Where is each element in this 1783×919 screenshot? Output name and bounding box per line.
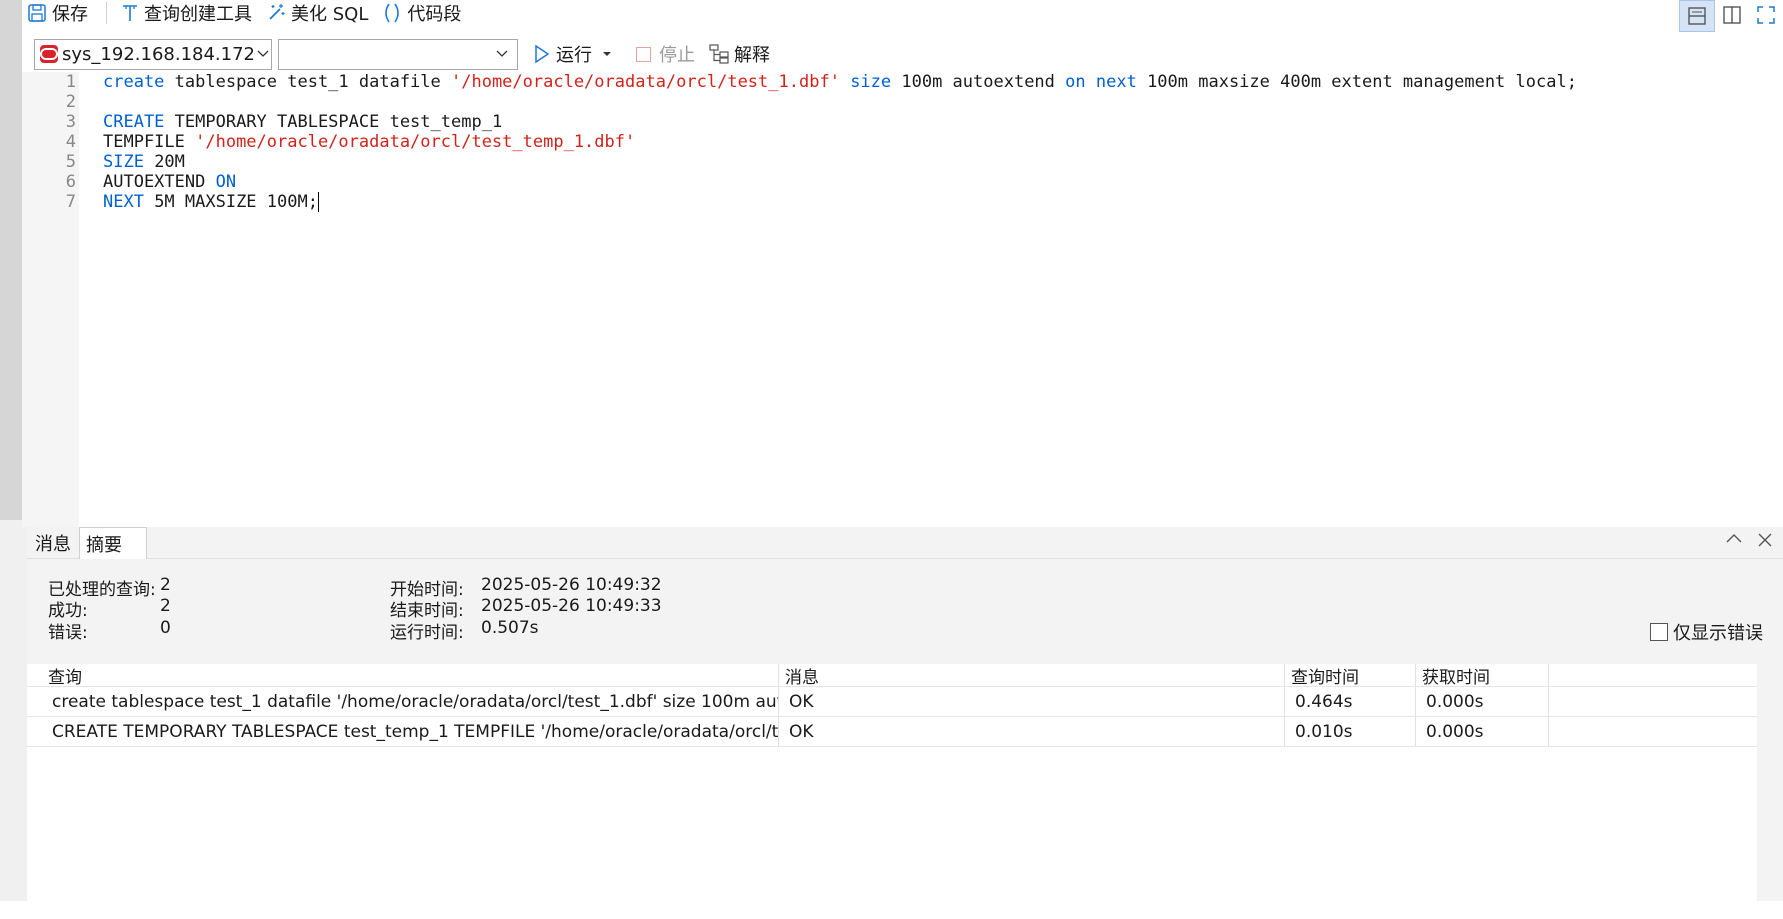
column-header-message[interactable]: 消息	[779, 664, 1285, 688]
text-caret	[317, 192, 319, 212]
magic-wand-icon	[269, 4, 285, 20]
connection-select[interactable]: sys_192.168.184.172	[34, 38, 272, 70]
code-line-6: AUTOEXTEND ON	[103, 172, 237, 192]
tab-messages[interactable]: 消息	[27, 527, 79, 558]
split-horizontal-icon	[1688, 7, 1706, 25]
left-scroll-strip	[0, 0, 22, 520]
explain-icon	[709, 44, 729, 64]
save-label: 保存	[52, 4, 88, 25]
toolbar-divider	[106, 2, 107, 24]
table-empty-area	[27, 747, 1757, 919]
caret-down-icon[interactable]	[598, 49, 616, 59]
beautify-sql-button[interactable]: 美化 SQL	[266, 0, 368, 26]
only-errors-label: 仅显示错误	[1673, 623, 1763, 644]
line-number: 6	[65, 172, 76, 192]
query-builder-label: 查询创建工具	[144, 4, 252, 25]
query-time-cell: 0.010s	[1285, 717, 1416, 746]
code-line-7: NEXT 5M MAXSIZE 100M;	[103, 192, 319, 212]
play-icon	[535, 45, 550, 63]
split-vertical-button[interactable]	[1715, 0, 1749, 30]
query-time-cell: 0.464s	[1285, 687, 1416, 716]
left-strip-lower	[0, 520, 27, 901]
only-errors-checkbox[interactable]	[1650, 623, 1668, 641]
result-panel: 消息 摘要 已处理的查询: 2 成功: 2 错误: 0 开始时间: 2025-0…	[27, 527, 1783, 919]
message-cell: OK	[779, 717, 1285, 746]
run-button[interactable]: 运行	[534, 41, 616, 67]
stop-label: 停止	[659, 45, 695, 66]
oracle-icon	[40, 45, 58, 63]
elapsed-label: 运行时间:	[390, 623, 464, 643]
query-builder-icon	[123, 5, 137, 21]
elapsed-value: 0.507s	[481, 618, 539, 638]
end-time-value: 2025-05-26 10:49:33	[481, 596, 662, 616]
line-number-gutter: 1 2 3 4 5 6 7	[22, 72, 79, 527]
save-button[interactable]: 保存	[27, 0, 88, 26]
snippet-button[interactable]: 代码段	[382, 0, 461, 26]
explain-button[interactable]: 解释	[709, 41, 770, 67]
line-number: 7	[65, 192, 76, 212]
error-label: 错误:	[48, 623, 88, 643]
collapse-icon[interactable]	[1725, 532, 1743, 544]
error-value: 0	[160, 618, 171, 638]
table-row[interactable]: create tablespace test_1 datafile '/home…	[27, 687, 1757, 717]
layout-controls	[1679, 0, 1783, 32]
line-number: 2	[65, 92, 76, 112]
connection-value: sys_192.168.184.172	[62, 43, 255, 65]
stop-icon	[636, 46, 651, 62]
parentheses-icon	[385, 3, 400, 23]
fullscreen-icon	[1757, 6, 1775, 24]
line-number: 3	[65, 112, 76, 132]
column-header-query[interactable]: 查询	[27, 664, 779, 686]
results-table: 查询 消息 查询时间 获取时间 create tablespace test_1…	[27, 664, 1757, 919]
table-row[interactable]: CREATE TEMPORARY TABLESPACE test_temp_1 …	[27, 717, 1757, 747]
code-line-5: SIZE 20M	[103, 152, 185, 172]
panel-controls	[1725, 532, 1773, 548]
column-header-fetch-time[interactable]: 获取时间	[1416, 664, 1549, 688]
line-number: 1	[65, 72, 76, 92]
fetch-time-cell: 0.000s	[1416, 687, 1549, 716]
code-line-1: create tablespace test_1 datafile '/home…	[103, 72, 1577, 92]
connection-toolbar: sys_192.168.184.172 运行 停止 解释	[27, 36, 1783, 72]
query-cell: create tablespace test_1 datafile '/home…	[27, 687, 779, 716]
beautify-label: 美化 SQL	[291, 4, 369, 25]
query-cell: CREATE TEMPORARY TABLESPACE test_temp_1 …	[27, 717, 779, 746]
result-tabs: 消息 摘要	[27, 527, 1783, 559]
success-value: 2	[160, 596, 171, 616]
chevron-down-icon	[487, 50, 517, 58]
split-horizontal-button[interactable]	[1679, 0, 1715, 32]
column-header-query-time[interactable]: 查询时间	[1285, 664, 1416, 688]
database-select[interactable]	[278, 38, 518, 70]
query-builder-button[interactable]: 查询创建工具	[121, 0, 252, 26]
split-vertical-icon	[1723, 6, 1741, 24]
line-number: 5	[65, 152, 76, 172]
close-icon[interactable]	[1757, 532, 1773, 548]
tab-summary[interactable]: 摘要	[79, 527, 147, 559]
sql-editor[interactable]: 1 2 3 4 5 6 7 create tablespace test_1 d…	[22, 72, 1783, 527]
explain-label: 解释	[734, 45, 770, 66]
table-header: 查询 消息 查询时间 获取时间	[27, 664, 1757, 688]
chevron-down-icon	[255, 50, 271, 58]
stop-button[interactable]: 停止	[636, 41, 695, 67]
snippet-label: 代码段	[407, 4, 462, 25]
message-cell: OK	[779, 687, 1285, 716]
run-label: 运行	[556, 45, 592, 66]
line-number: 4	[65, 132, 76, 152]
start-time-value: 2025-05-26 10:49:32	[481, 575, 662, 595]
code-line-4: TEMPFILE '/home/oracle/oradata/orcl/test…	[103, 132, 636, 152]
processed-value: 2	[160, 575, 171, 595]
main-toolbar: 保存 查询创建工具 美化 SQL 代码段	[27, 0, 1783, 32]
only-errors-toggle[interactable]: 仅显示错误	[1650, 619, 1763, 645]
fetch-time-cell: 0.000s	[1416, 717, 1549, 746]
save-icon	[28, 4, 46, 22]
code-line-3: CREATE TEMPORARY TABLESPACE test_temp_1	[103, 112, 503, 132]
fullscreen-button[interactable]	[1749, 0, 1783, 30]
